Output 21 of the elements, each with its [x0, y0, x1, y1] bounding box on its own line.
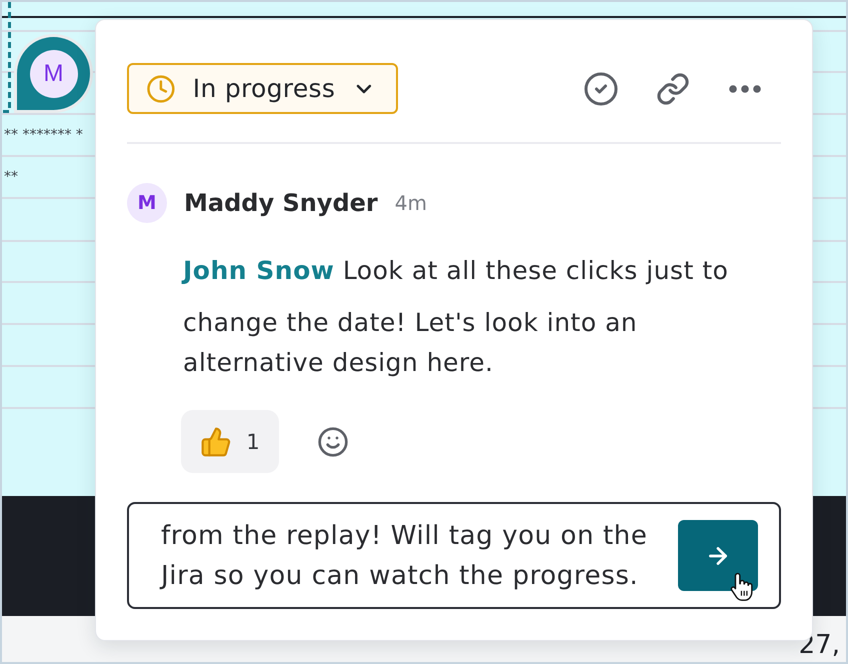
status-dropdown[interactable]: In progress — [127, 63, 398, 114]
avatar: M — [127, 183, 167, 223]
avatar: M — [30, 50, 78, 98]
masked-text: ** ******* * — [4, 127, 83, 143]
mention-link[interactable]: John Snow — [183, 251, 334, 303]
add-reaction-button[interactable] — [317, 426, 349, 458]
comment-pin[interactable]: M — [17, 37, 90, 110]
author-name: Maddy Snyder — [184, 189, 378, 217]
reaction-pill[interactable]: 1 — [181, 410, 279, 473]
link-icon — [656, 72, 690, 106]
smiley-icon — [317, 426, 349, 458]
send-button[interactable] — [678, 520, 758, 591]
clock-icon — [146, 74, 176, 104]
hand-cursor-icon — [730, 572, 754, 602]
check-circle-icon — [583, 70, 619, 106]
reply-input[interactable]: from the replay! Will tag you on the Jira so you can watch the progress. — [161, 516, 651, 596]
comment-time: 4m — [394, 191, 427, 215]
more-icon — [729, 84, 761, 92]
thumbs-up-icon — [200, 426, 232, 458]
masked-text: ** — [4, 169, 18, 185]
comment-message: John Snow Look at all these clicks just to change the date! Let's look into an alternative design here. — [183, 251, 753, 383]
